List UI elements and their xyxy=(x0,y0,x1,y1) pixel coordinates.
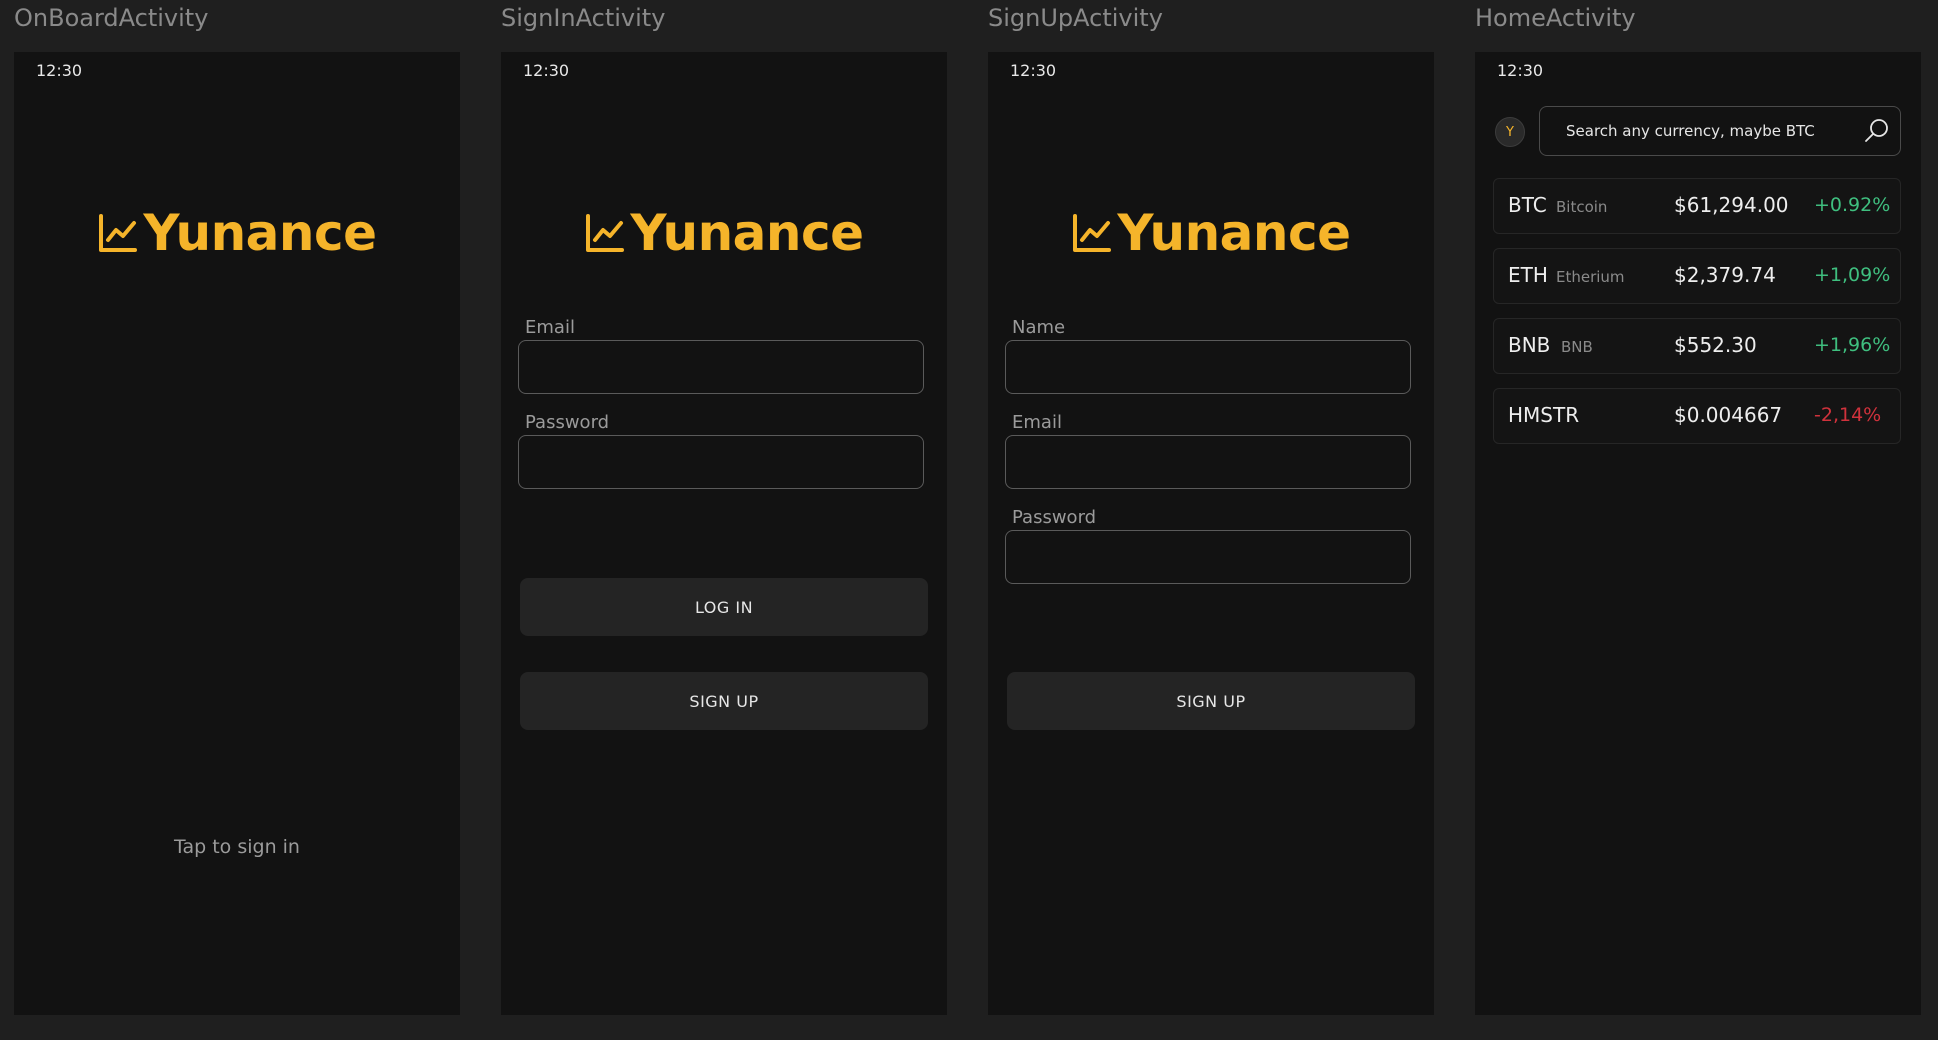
logo-text: Yunance xyxy=(1117,204,1351,262)
frame-title-onboard: OnBoardActivity xyxy=(14,4,209,32)
coin-symbol: ETH xyxy=(1508,263,1548,287)
avatar[interactable]: Y xyxy=(1495,117,1525,147)
logo-text: Yunance xyxy=(630,204,864,262)
coin-price: $61,294.00 xyxy=(1674,193,1789,217)
email-field[interactable] xyxy=(518,340,924,394)
frame-title-signup: SignUpActivity xyxy=(988,4,1163,32)
email-label: Email xyxy=(525,317,575,338)
email-field[interactable] xyxy=(1005,435,1411,489)
coin-symbol: BTC xyxy=(1508,193,1547,217)
status-time: 12:30 xyxy=(1010,61,1057,80)
coin-price: $552.30 xyxy=(1674,333,1757,357)
signup-button[interactable]: SIGN UP xyxy=(520,672,928,730)
signup-screen: 12:30 Yunance Name Email Password SIGN U… xyxy=(988,52,1434,1015)
signin-screen: 12:30 Yunance Email Password LOG IN SIGN… xyxy=(501,52,947,1015)
coin-symbol: HMSTR xyxy=(1508,403,1580,427)
coin-change: +1,09% xyxy=(1814,264,1891,286)
app-logo: Yunance xyxy=(988,204,1434,262)
coin-row-btc[interactable]: BTC Bitcoin $61,294.00 +0.92% xyxy=(1493,178,1901,234)
login-button[interactable]: LOG IN xyxy=(520,578,928,636)
signup-button[interactable]: SIGN UP xyxy=(1007,672,1415,730)
frame-title-home: HomeActivity xyxy=(1475,4,1636,32)
coin-change: +0.92% xyxy=(1814,194,1891,216)
status-time: 12:30 xyxy=(523,61,570,80)
search-bar xyxy=(1539,106,1901,156)
coin-list: BTC Bitcoin $61,294.00 +0.92% ETH Etheri… xyxy=(1493,178,1901,458)
status-time: 12:30 xyxy=(1497,61,1544,80)
password-field[interactable] xyxy=(1005,530,1411,584)
chart-line-icon xyxy=(99,214,138,252)
coin-row-hmstr[interactable]: HMSTR $0.004667 -2,14% xyxy=(1493,388,1901,444)
onboard-screen[interactable]: 12:30 Yunance Tap to sign in xyxy=(14,52,460,1015)
app-logo: Yunance xyxy=(501,204,947,262)
coin-name: BNB xyxy=(1561,338,1593,356)
logo-text: Yunance xyxy=(143,204,377,262)
coin-row-bnb[interactable]: BNB BNB $552.30 +1,96% xyxy=(1493,318,1901,374)
tap-to-sign-in[interactable]: Tap to sign in xyxy=(14,836,460,858)
coin-price: $0.004667 xyxy=(1674,403,1783,427)
coin-name: Etherium xyxy=(1556,268,1625,286)
frame-title-signin: SignInActivity xyxy=(501,4,666,32)
name-label: Name xyxy=(1012,317,1066,338)
coin-name: Bitcoin xyxy=(1556,198,1608,216)
home-screen: 12:30 Y BTC Bitcoin $61,294.00 +0.92% ET… xyxy=(1475,52,1921,1015)
coin-change: +1,96% xyxy=(1814,334,1891,356)
password-label: Password xyxy=(1012,507,1097,528)
password-label: Password xyxy=(525,412,610,433)
coin-symbol: BNB xyxy=(1508,333,1551,357)
search-input[interactable] xyxy=(1540,121,1864,141)
coin-row-eth[interactable]: ETH Etherium $2,379.74 +1,09% xyxy=(1493,248,1901,304)
status-time: 12:30 xyxy=(36,61,83,80)
app-logo: Yunance xyxy=(14,204,460,262)
email-label: Email xyxy=(1012,412,1062,433)
coin-price: $2,379.74 xyxy=(1674,263,1776,287)
name-field[interactable] xyxy=(1005,340,1411,394)
chart-line-icon xyxy=(1073,214,1112,252)
coin-change: -2,14% xyxy=(1814,404,1882,426)
search-icon[interactable] xyxy=(1864,118,1890,144)
password-field[interactable] xyxy=(518,435,924,489)
chart-line-icon xyxy=(586,214,625,252)
